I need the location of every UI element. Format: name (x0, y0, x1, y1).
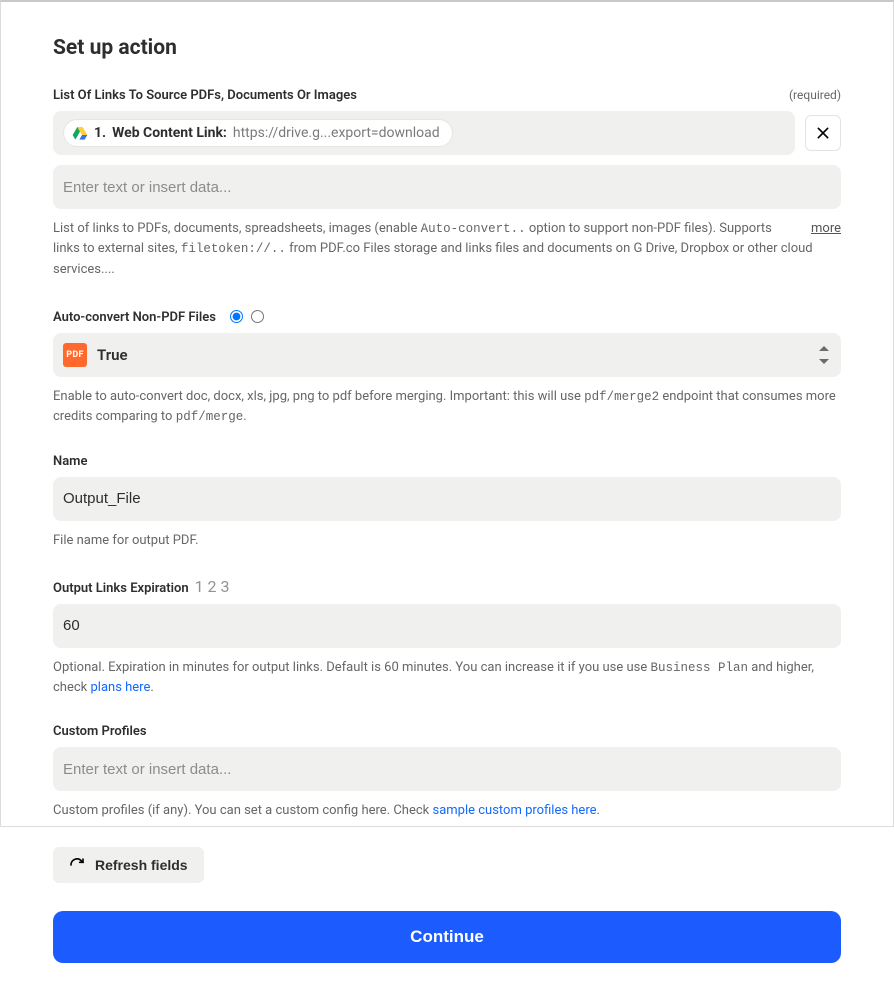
expiration-input-shell[interactable] (53, 604, 841, 648)
continue-button[interactable]: Continue (53, 911, 841, 963)
links-label: List Of Links To Source PDFs, Documents … (53, 88, 357, 103)
expiration-label: Output Links Expiration (53, 581, 189, 596)
links-text-input-shell[interactable] (53, 165, 841, 209)
autoconvert-label: Auto-convert Non-PDF Files (53, 310, 216, 325)
autoconvert-select[interactable]: PDF True (53, 333, 841, 377)
refresh-fields-button[interactable]: Refresh fields (53, 847, 204, 883)
links-input-chip-row[interactable]: 1. Web Content Link: https://drive.g...e… (53, 111, 795, 155)
chevron-up-down-icon (817, 346, 831, 364)
chip-value: https://drive.g...export=download (233, 125, 440, 141)
name-label: Name (53, 454, 841, 469)
links-description: more List of links to PDFs, documents, s… (53, 219, 841, 280)
profiles-input[interactable] (63, 761, 831, 778)
refresh-icon (69, 857, 85, 873)
autoconvert-radio-on[interactable] (230, 310, 243, 323)
profiles-label: Custom Profiles (53, 724, 841, 739)
clear-chip-button[interactable] (805, 115, 841, 151)
page-title: Set up action (53, 36, 841, 60)
name-input-shell[interactable] (53, 477, 841, 521)
refresh-label: Refresh fields (95, 857, 188, 873)
name-input[interactable] (63, 490, 831, 507)
close-icon (815, 125, 831, 141)
links-text-input[interactable] (63, 179, 831, 196)
profiles-description: Custom profiles (if any). You can set a … (53, 801, 841, 821)
expiration-input[interactable] (63, 617, 831, 634)
more-link[interactable]: more (811, 219, 841, 239)
plans-link[interactable]: plans here (90, 680, 150, 695)
expiration-hint: 1 2 3 (195, 577, 230, 596)
required-indicator: (required) (789, 88, 841, 102)
chip-number: 1. (94, 125, 106, 141)
google-drive-icon (72, 125, 88, 141)
autoconvert-description: Enable to auto-convert doc, docx, xls, j… (53, 387, 841, 428)
pdf-icon: PDF (63, 343, 87, 367)
link-chip[interactable]: 1. Web Content Link: https://drive.g...e… (63, 119, 453, 147)
expiration-description: Optional. Expiration in minutes for outp… (53, 658, 841, 699)
name-description: File name for output PDF. (53, 531, 841, 551)
profiles-input-shell[interactable] (53, 747, 841, 791)
autoconvert-value: True (97, 346, 128, 364)
sample-profiles-link[interactable]: sample custom profiles here (432, 803, 596, 818)
autoconvert-radio-off[interactable] (251, 310, 264, 323)
chip-label: Web Content Link: (112, 125, 227, 141)
